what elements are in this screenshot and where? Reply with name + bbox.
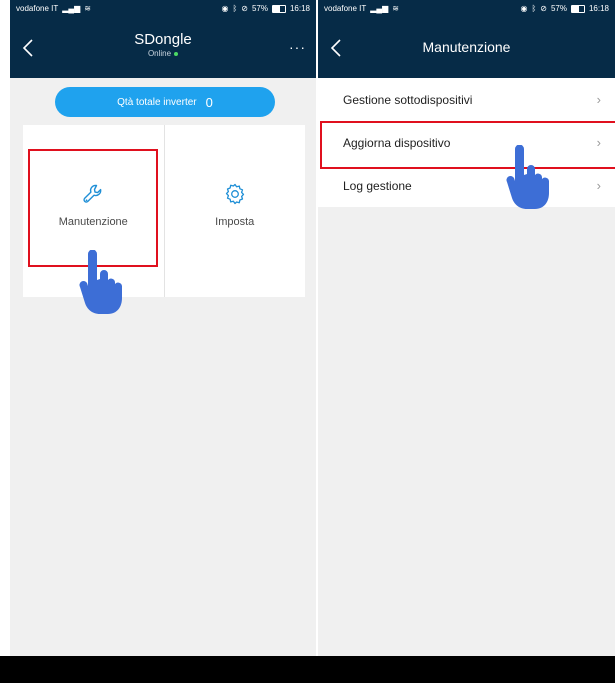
page-title: Manutenzione (422, 39, 511, 55)
menu-item-label: Gestione sottodispositivi (343, 92, 473, 107)
maintenance-screen: vodafone IT ▂▄▆ ≋ ◉ ᛒ ⊘ 57% 16:18 Manute… (318, 0, 615, 656)
app-header: Manutenzione (318, 17, 615, 78)
signal-icon: ▂▄▆ (370, 4, 389, 13)
bluetooth-icon: ᛒ (232, 4, 238, 13)
bottom-bar (0, 656, 615, 683)
clock: 16:18 (588, 4, 609, 13)
battery-icon (570, 4, 585, 13)
page-title: SDongle (134, 31, 192, 48)
battery-percent: 57% (251, 4, 268, 13)
chevron-right-icon: › (596, 92, 601, 107)
battery-percent: 57% (550, 4, 567, 13)
menu-item-subdevice-management[interactable]: Gestione sottodispositivi › (318, 78, 615, 121)
chevron-right-icon: › (596, 178, 601, 193)
clock: 16:18 (289, 4, 310, 13)
battery-icon (271, 4, 286, 13)
wifi-icon: ≋ (84, 4, 91, 13)
wifi-icon: ≋ (392, 4, 399, 13)
mute-icon: ⊘ (241, 4, 248, 13)
connection-status: Online (10, 49, 316, 58)
signal-icon: ▂▄▆ (62, 4, 81, 13)
pointing-hand-icon (79, 250, 122, 314)
pointing-hand-icon (506, 145, 549, 209)
status-bar: vodafone IT ▂▄▆ ≋ ◉ ᛒ ⊘ 57% 16:18 (318, 0, 615, 17)
mute-icon: ⊘ (540, 4, 547, 13)
inverter-count-value: 0 (205, 94, 213, 110)
gear-icon (225, 183, 244, 205)
tile-settings[interactable]: Imposta (163, 125, 306, 297)
eye-icon: ◉ (520, 4, 528, 13)
inverter-count-button[interactable]: Qtà totale inverter 0 (55, 87, 275, 117)
menu-item-label: Log gestione (343, 178, 412, 193)
online-indicator-icon (174, 51, 179, 56)
inverter-count-label: Qtà totale inverter (117, 96, 197, 108)
app-header: SDongle Online ··· (10, 17, 316, 78)
more-menu-button[interactable]: ··· (289, 39, 306, 55)
tile-settings-label: Imposta (215, 216, 255, 228)
carrier-name: vodafone IT (324, 4, 367, 13)
online-label: Online (147, 49, 172, 58)
status-bar: vodafone IT ▂▄▆ ≋ ◉ ᛒ ⊘ 57% 16:18 (10, 0, 316, 17)
eye-icon: ◉ (221, 4, 229, 13)
bluetooth-icon: ᛒ (531, 4, 537, 13)
sdongle-screen: vodafone IT ▂▄▆ ≋ ◉ ᛒ ⊘ 57% 16:18 SDongl… (10, 0, 316, 656)
carrier-name: vodafone IT (16, 4, 59, 13)
menu-item-log-management[interactable]: Log gestione › (318, 164, 615, 207)
highlight-box (320, 121, 615, 169)
